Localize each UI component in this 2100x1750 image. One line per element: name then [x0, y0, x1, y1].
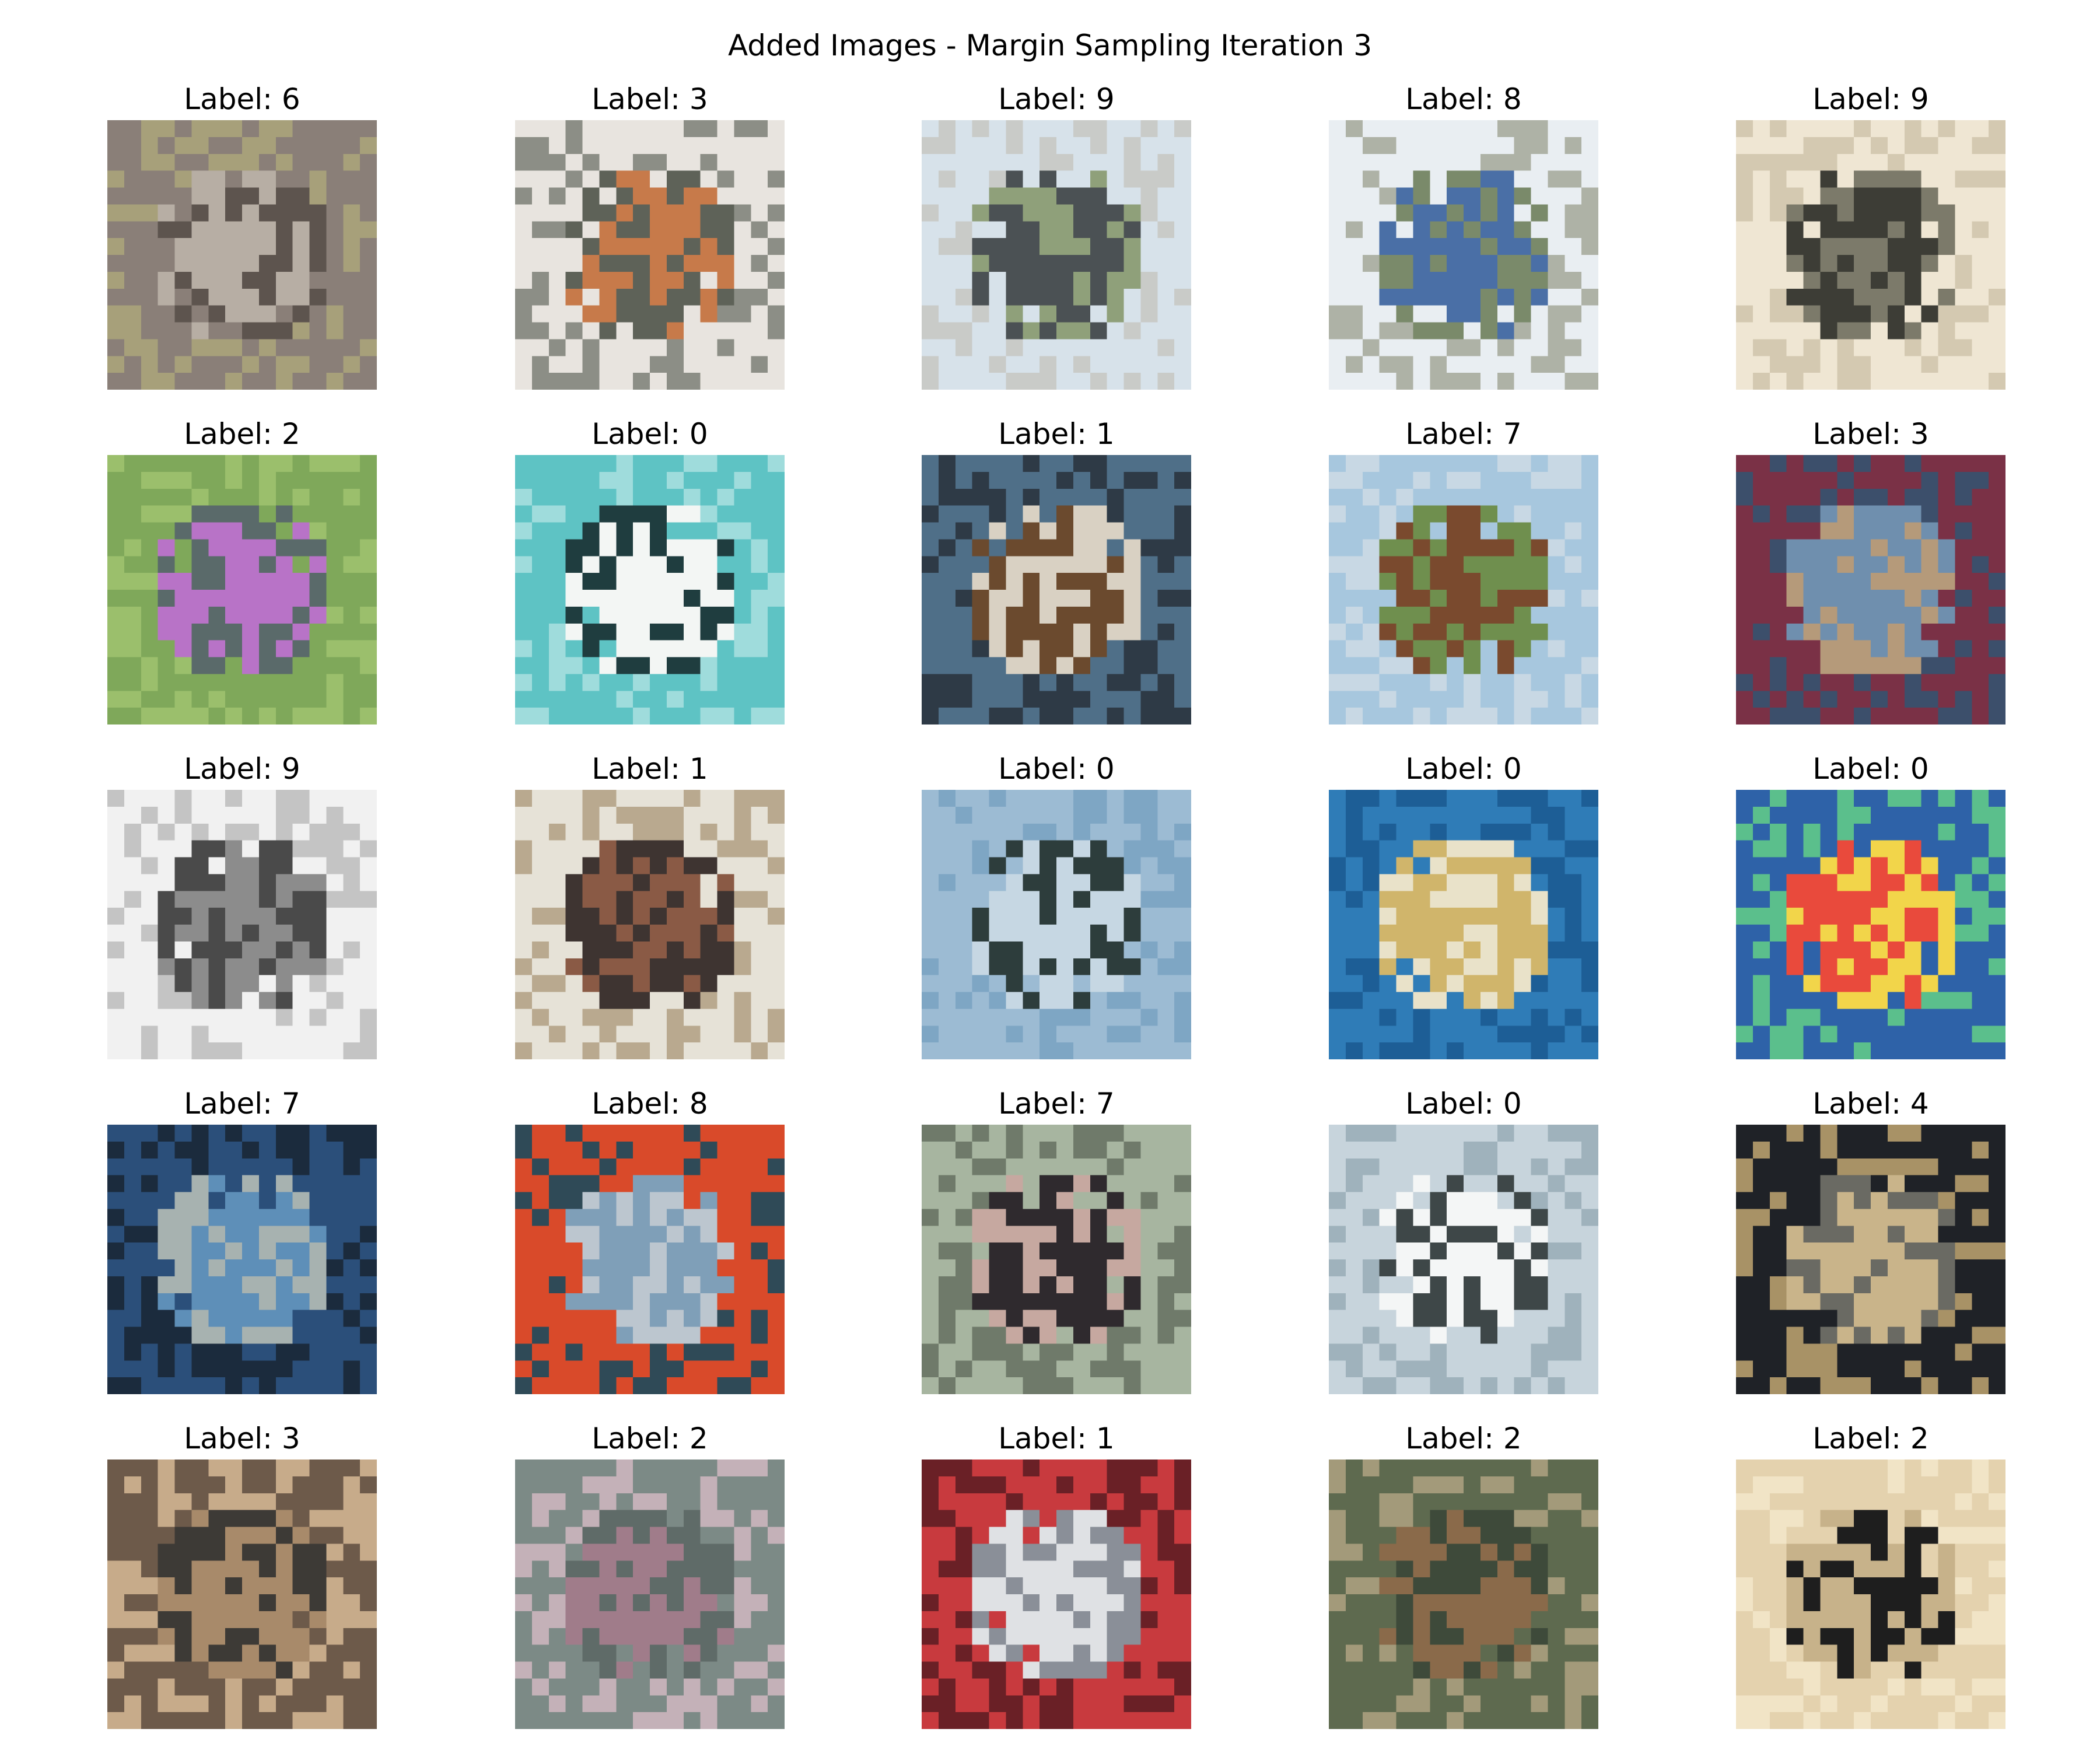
grid-cell: Label: 2	[515, 1421, 785, 1729]
image-label: Label: 2	[1812, 1422, 1929, 1455]
grid-cell: Label: 0	[1329, 1086, 1598, 1394]
thumbnail-image	[1329, 455, 1598, 724]
grid-cell: Label: 2	[1736, 1421, 2006, 1729]
thumbnail-image	[1736, 455, 2006, 724]
thumbnail-image	[107, 1460, 377, 1729]
thumbnail-image	[107, 120, 377, 390]
thumbnail-image	[922, 120, 1191, 390]
thumbnail-image	[515, 790, 785, 1059]
image-label: Label: 1	[998, 1422, 1115, 1455]
thumbnail-image	[1736, 1460, 2006, 1729]
image-label: Label: 3	[184, 1422, 300, 1455]
thumbnail-image	[1329, 790, 1598, 1059]
grid-cell: Label: 8	[515, 1086, 785, 1394]
image-label: Label: 4	[1812, 1087, 1929, 1121]
image-label: Label: 1	[592, 752, 708, 786]
thumbnail-image	[515, 120, 785, 390]
grid-cell: Label: 4	[1736, 1086, 2006, 1394]
thumbnail-image	[107, 790, 377, 1059]
image-label: Label: 2	[184, 417, 300, 451]
thumbnail-image	[1329, 1125, 1598, 1394]
grid-cell: Label: 2	[1329, 1421, 1598, 1729]
thumbnail-image	[922, 1460, 1191, 1729]
thumbnail-image	[1329, 120, 1598, 390]
grid-cell: Label: 0	[922, 751, 1191, 1059]
thumbnail-image	[515, 1125, 785, 1394]
figure-title: Added Images - Margin Sampling Iteration…	[727, 29, 1373, 62]
grid-cell: Label: 9	[1736, 82, 2006, 390]
grid-cell: Label: 8	[1329, 82, 1598, 390]
grid-cell: Label: 1	[922, 1421, 1191, 1729]
image-label: Label: 9	[998, 82, 1115, 116]
thumbnail-image	[922, 455, 1191, 724]
image-label: Label: 9	[1812, 82, 1929, 116]
grid-cell: Label: 0	[1329, 751, 1598, 1059]
grid-cell: Label: 0	[1736, 751, 2006, 1059]
image-label: Label: 3	[592, 82, 708, 116]
grid-cell: Label: 3	[1736, 416, 2006, 724]
thumbnail-image	[107, 1125, 377, 1394]
image-label: Label: 0	[998, 752, 1115, 786]
grid-cell: Label: 6	[107, 82, 377, 390]
grid-cell: Label: 9	[107, 751, 377, 1059]
image-label: Label: 2	[1405, 1422, 1522, 1455]
thumbnail-image	[922, 1125, 1191, 1394]
thumbnail-image	[515, 1460, 785, 1729]
image-label: Label: 9	[184, 752, 300, 786]
thumbnail-image	[1736, 1125, 2006, 1394]
grid-cell: Label: 0	[515, 416, 785, 724]
image-label: Label: 2	[592, 1422, 708, 1455]
thumbnail-image	[1736, 790, 2006, 1059]
thumbnail-image	[1329, 1460, 1598, 1729]
image-label: Label: 0	[1405, 752, 1522, 786]
image-label: Label: 8	[592, 1087, 708, 1121]
image-label: Label: 8	[1405, 82, 1522, 116]
thumbnail-image	[922, 790, 1191, 1059]
image-label: Label: 0	[1405, 1087, 1522, 1121]
image-label: Label: 0	[1812, 752, 1929, 786]
image-label: Label: 0	[592, 417, 708, 451]
image-label: Label: 7	[1405, 417, 1522, 451]
grid-cell: Label: 1	[922, 416, 1191, 724]
thumbnail-image	[515, 455, 785, 724]
image-label: Label: 1	[998, 417, 1115, 451]
thumbnail-image	[107, 455, 377, 724]
grid-cell: Label: 3	[515, 82, 785, 390]
grid-cell: Label: 9	[922, 82, 1191, 390]
image-label: Label: 7	[184, 1087, 300, 1121]
image-label: Label: 6	[184, 82, 300, 116]
grid-cell: Label: 7	[1329, 416, 1598, 724]
thumbnail-image	[1736, 120, 2006, 390]
grid-cell: Label: 1	[515, 751, 785, 1059]
grid-cell: Label: 2	[107, 416, 377, 724]
grid-cell: Label: 3	[107, 1421, 377, 1729]
grid-cell: Label: 7	[922, 1086, 1191, 1394]
image-label: Label: 3	[1812, 417, 1929, 451]
image-label: Label: 7	[998, 1087, 1115, 1121]
grid-cell: Label: 7	[107, 1086, 377, 1394]
